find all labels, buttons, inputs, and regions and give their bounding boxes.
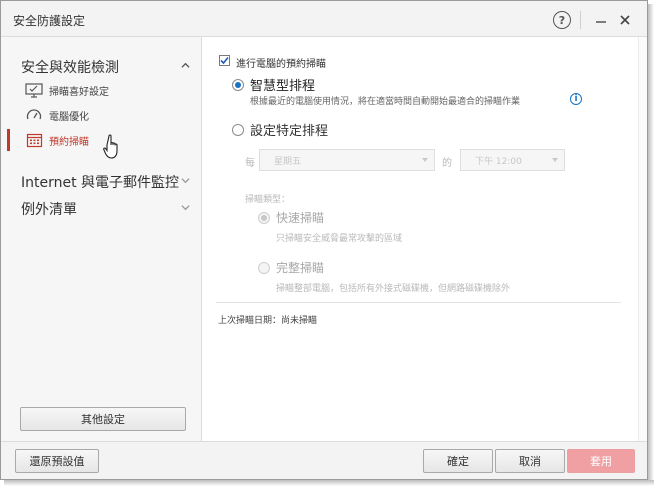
other-settings-button[interactable]: 其他設定 <box>20 407 186 431</box>
smart-schedule-label: 智慧型排程 <box>250 79 316 94</box>
specific-schedule-label: 設定特定排程 <box>250 124 329 139</box>
monitor-icon <box>25 82 43 98</box>
close-icon <box>620 15 630 25</box>
full-scan-label: 完整掃瞄 <box>276 261 325 275</box>
chevron-down-icon <box>552 158 558 162</box>
hand-cursor-icon <box>103 134 118 159</box>
sidebar: 安全與效能檢測 掃瞄喜好設定 電腦優化 預約掃瞄 Internet 與電子郵件監… <box>1 37 201 441</box>
specific-schedule-radio[interactable] <box>232 124 244 136</box>
sidebar-item-label: 電腦優化 <box>49 111 89 123</box>
info-icon[interactable]: i <box>570 93 582 105</box>
sidebar-item-scheduled-scan[interactable]: 預約掃瞄 <box>25 131 89 149</box>
full-scan-radio[interactable] <box>258 262 270 274</box>
help-button[interactable]: ? <box>551 9 573 31</box>
last-scan-date: 上次掃瞄日期：尚未掃瞄 <box>218 316 318 326</box>
scan-type-label: 掃瞄類型： <box>245 195 291 205</box>
chevron-down-icon <box>422 158 428 162</box>
titlebar-divider <box>580 11 581 29</box>
enable-schedule-label: 進行電腦的預約掃瞄 <box>236 59 326 70</box>
window-shadow-right <box>648 4 654 486</box>
minimize-icon <box>596 21 606 23</box>
sidebar-section-internet-email[interactable]: Internet 與電子郵件監控 <box>21 172 179 192</box>
calendar-icon <box>25 132 43 148</box>
cancel-button[interactable]: 取消 <box>495 449 565 473</box>
enable-schedule-checkbox[interactable] <box>219 55 230 66</box>
day-select[interactable]: 星期五 <box>259 149 435 171</box>
restore-defaults-button[interactable]: 還原預設值 <box>15 449 99 473</box>
chevron-down-icon[interactable] <box>181 203 190 212</box>
time-select[interactable]: 下午 12:00 <box>460 149 565 171</box>
smart-schedule-radio[interactable] <box>232 79 244 91</box>
window-shadow-bottom <box>4 480 654 486</box>
checkmark-icon <box>220 56 229 65</box>
apply-button[interactable]: 套用 <box>567 449 635 473</box>
smart-schedule-description: 根據最近的電腦使用情況，將在適當時間自動開始最適合的掃瞄作業 <box>250 97 521 107</box>
sidebar-item-label: 預約掃瞄 <box>49 136 89 148</box>
quick-scan-description: 只掃瞄安全威脅最常攻擊的區域 <box>276 234 403 244</box>
chevron-up-icon[interactable] <box>181 61 190 70</box>
gauge-icon <box>25 107 43 123</box>
sidebar-item-scan-preferences[interactable]: 掃瞄喜好設定 <box>25 81 109 99</box>
quick-scan-label: 快速掃瞄 <box>276 211 325 225</box>
every-label: 每 <box>245 158 255 169</box>
sidebar-section-exceptions[interactable]: 例外清單 <box>21 199 77 219</box>
scrollbar[interactable] <box>638 37 647 441</box>
window-title: 安全防護設定 <box>13 14 86 28</box>
divider <box>216 302 621 303</box>
sidebar-section-security-performance[interactable]: 安全與效能檢測 <box>21 57 119 77</box>
sidebar-item-pc-optimization[interactable]: 電腦優化 <box>25 106 89 124</box>
at-label: 的 <box>442 158 452 169</box>
day-select-value: 星期五 <box>274 156 302 167</box>
full-scan-description: 掃瞄整部電腦，包括所有外接式磁碟機，但網路磁碟機除外 <box>276 284 511 294</box>
chevron-down-icon[interactable] <box>181 176 190 185</box>
close-button[interactable] <box>614 9 636 31</box>
time-select-value: 下午 12:00 <box>475 156 522 167</box>
sidebar-item-label: 掃瞄喜好設定 <box>49 86 109 98</box>
active-indicator <box>7 129 10 151</box>
title-bar: 安全防護設定 ? <box>1 1 647 37</box>
help-icon: ? <box>553 11 571 29</box>
ok-button[interactable]: 確定 <box>423 449 493 473</box>
minimize-button[interactable] <box>590 9 612 31</box>
quick-scan-radio[interactable] <box>258 212 270 224</box>
